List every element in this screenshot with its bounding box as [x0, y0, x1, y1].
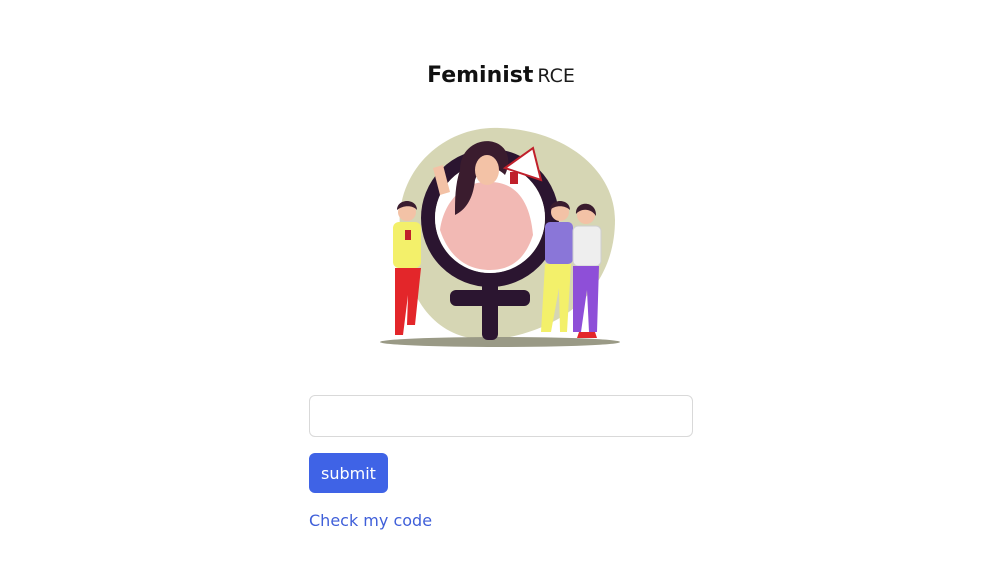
megaphone-handle [510, 172, 518, 184]
right-woman2-legs [573, 266, 599, 332]
right-woman1-legs [541, 264, 571, 332]
page: Feminist RCE submit Check my code [0, 0, 988, 588]
right-woman2-top [572, 225, 602, 267]
title-bold: Feminist [427, 63, 534, 88]
right-woman2-shoes [577, 332, 597, 338]
left-woman-top [393, 222, 421, 268]
code-form: submit Check my code [309, 395, 693, 530]
right-woman1-top [545, 222, 573, 264]
submit-button[interactable]: submit [309, 453, 388, 493]
page-title: Feminist RCE [0, 60, 988, 92]
woman-face [475, 155, 499, 185]
check-my-code-link[interactable]: Check my code [309, 511, 693, 530]
title-light: RCE [537, 65, 575, 87]
hero-illustration [305, 110, 695, 370]
female-symbol-stem [482, 278, 498, 340]
left-woman-phone [405, 230, 411, 240]
feminism-rally-illustration [380, 127, 620, 347]
left-woman-legs [395, 268, 421, 335]
code-input[interactable] [309, 395, 693, 437]
female-symbol-cross [450, 290, 530, 306]
ground-shadow [380, 337, 620, 347]
